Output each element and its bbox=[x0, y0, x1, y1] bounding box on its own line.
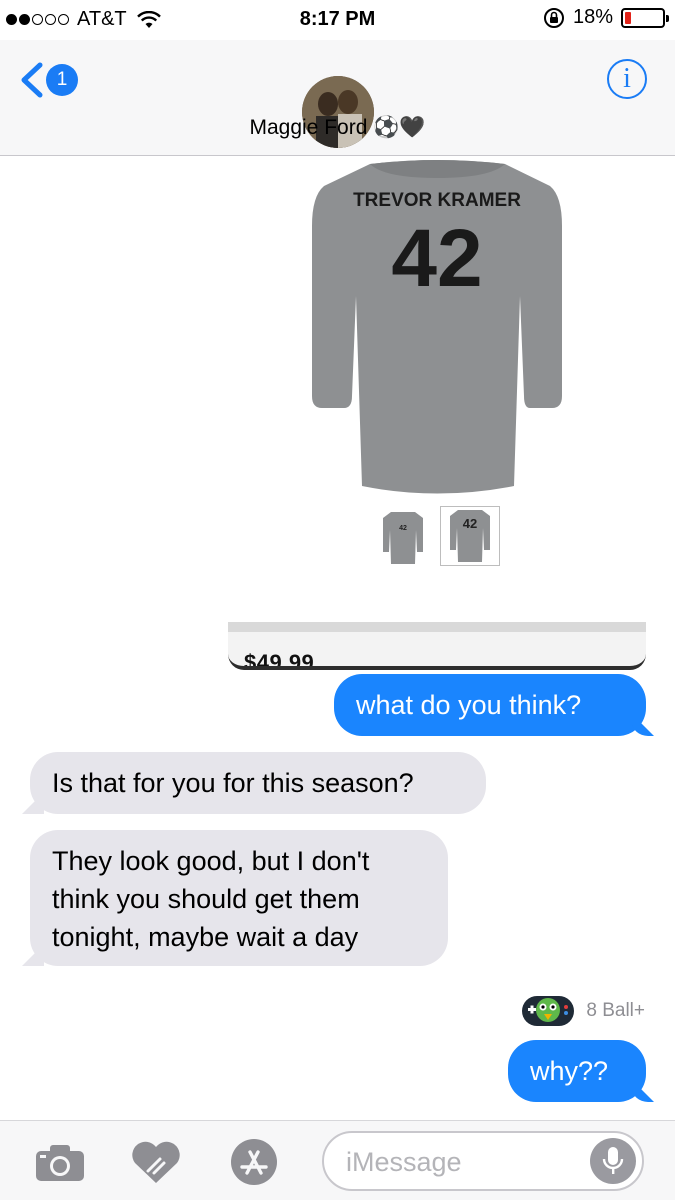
product-image[interactable]: TREVOR KRAMER 42 bbox=[300, 156, 575, 501]
imessage-input[interactable]: iMessage bbox=[322, 1131, 644, 1191]
digital-touch-button[interactable] bbox=[126, 1137, 186, 1187]
shirt-name: TREVOR KRAMER bbox=[353, 190, 521, 211]
contact-name[interactable]: Maggie Ford ⚽🖤 bbox=[0, 116, 675, 140]
chevron-left-icon bbox=[21, 62, 43, 98]
camera-icon bbox=[36, 1145, 84, 1181]
message-text: why?? bbox=[530, 1056, 609, 1086]
thumbnail-back-selected[interactable]: 42 bbox=[440, 506, 500, 566]
shirt-number: 42 bbox=[391, 213, 482, 304]
info-button[interactable]: i bbox=[607, 59, 647, 99]
app-store-icon bbox=[231, 1139, 277, 1185]
game-controller-bird-icon bbox=[522, 996, 575, 1026]
thumbnail-front[interactable]: 42 bbox=[378, 506, 428, 568]
microphone-icon bbox=[602, 1147, 624, 1174]
outgoing-message[interactable]: why?? bbox=[508, 1040, 646, 1102]
back-button[interactable]: 1 bbox=[18, 62, 78, 98]
input-placeholder: iMessage bbox=[346, 1147, 462, 1177]
message-text: what do you think? bbox=[356, 690, 582, 720]
status-right: 18% bbox=[543, 6, 669, 29]
battery-level bbox=[625, 11, 631, 24]
conversation-header: 1 Maggie Ford ⚽🖤 i bbox=[0, 40, 675, 156]
microphone-button[interactable] bbox=[590, 1138, 636, 1184]
message-text: Is that for you for this season? bbox=[52, 768, 414, 798]
app-name: 8 Ball+ bbox=[586, 1000, 645, 1021]
svg-text:42: 42 bbox=[463, 516, 477, 531]
unread-count-badge: 1 bbox=[46, 64, 78, 96]
link-card-band bbox=[228, 622, 646, 632]
incoming-message[interactable]: Is that for you for this season? bbox=[30, 752, 486, 814]
message-line: tonight, maybe wait a day bbox=[52, 922, 359, 952]
incoming-message[interactable]: They look good, but I don't think you sh… bbox=[30, 830, 448, 966]
shirt-thumb-icon: 42 bbox=[383, 512, 423, 564]
app-store-button[interactable] bbox=[224, 1137, 284, 1187]
rotation-lock-icon bbox=[543, 7, 564, 28]
svg-text:42: 42 bbox=[399, 525, 407, 532]
status-bar: AT&T 8:17 PM 18% bbox=[0, 0, 675, 40]
product-price: $49.99 bbox=[244, 650, 315, 670]
link-preview-card[interactable]: $49.99 bbox=[228, 622, 646, 670]
message-composer-bar: iMessage bbox=[0, 1120, 675, 1200]
message-line: think you should get them bbox=[52, 884, 360, 914]
product-thumbnails: 42 42 bbox=[378, 506, 500, 568]
outgoing-message[interactable]: what do you think? bbox=[334, 674, 646, 736]
digital-touch-icon bbox=[132, 1141, 180, 1183]
imessage-app-attribution[interactable]: 8 Ball+ bbox=[520, 992, 645, 1030]
shirt-thumb-icon: 42 bbox=[450, 510, 490, 562]
battery-percent: 18% bbox=[572, 6, 613, 28]
message-line: They look good, but I don't bbox=[52, 846, 370, 876]
camera-button[interactable] bbox=[30, 1137, 90, 1187]
battery-icon bbox=[621, 7, 669, 28]
